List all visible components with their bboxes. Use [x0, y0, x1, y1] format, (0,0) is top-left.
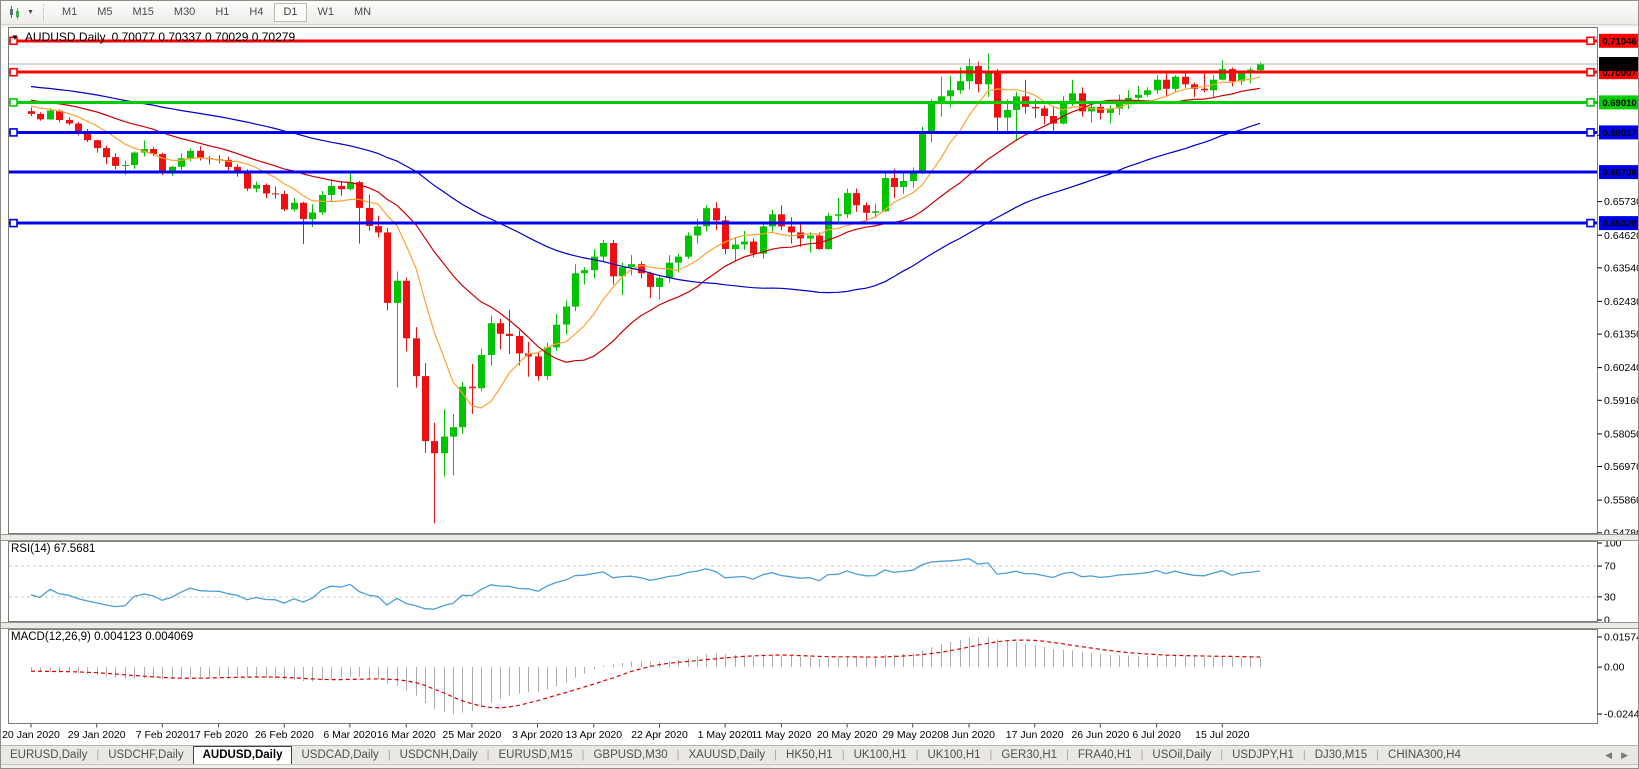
svg-text:0.54780: 0.54780: [1604, 527, 1639, 534]
chart-tools-button[interactable]: ▼: [4, 3, 38, 23]
candlestick-chart-icon: [8, 5, 23, 20]
svg-text:0.61350: 0.61350: [1604, 329, 1639, 341]
chart-tab-usoil-daily[interactable]: USOil,Daily: [1143, 746, 1220, 764]
chart-tab-eurusd-daily[interactable]: EURUSD,Daily: [1, 746, 96, 764]
symbol-dropdown-icon[interactable]: ▼: [11, 33, 19, 42]
svg-text:13 Apr 2020: 13 Apr 2020: [565, 729, 622, 741]
chart-tab-gbpusd-m30[interactable]: GBPUSD,M30: [584, 746, 676, 764]
tab-scroll-left-icon[interactable]: ◀: [1605, 750, 1612, 761]
svg-text:0.70279: 0.70279: [1602, 60, 1636, 71]
macd-canvas[interactable]: 0.015741 0.00 -0.024412: [1, 629, 1639, 724]
svg-text:0.62430: 0.62430: [1604, 296, 1639, 308]
timeframe-button-m5[interactable]: M5: [88, 3, 121, 22]
time-axis[interactable]: 20 Jan 2020 29 Jan 2020 7 Feb 202017 Feb 2…: [1, 724, 1639, 745]
svg-text:70: 70: [1604, 561, 1616, 573]
timeframe-button-mn[interactable]: MN: [345, 3, 380, 22]
macd-label: MACD(12,26,9) 0.004123 0.004069: [11, 631, 193, 643]
svg-text:25 Mar 2020: 25 Mar 2020: [442, 729, 501, 741]
timeframe-button-h1[interactable]: H1: [206, 3, 238, 22]
svg-text:0.64620: 0.64620: [1604, 230, 1639, 242]
svg-text:0.68017: 0.68017: [1602, 128, 1636, 139]
chart-tab-usdchf-daily[interactable]: USDCHF,Daily: [99, 746, 192, 764]
chart-tab-eurusd-m15[interactable]: EURUSD,M15: [489, 746, 581, 764]
svg-text:16 Mar 2020: 16 Mar 2020: [377, 729, 436, 741]
chart-ohlc-values: 0.70077 0.70337 0.70029 0.70279: [112, 30, 296, 44]
svg-text:30: 30: [1604, 592, 1616, 604]
svg-text:26 Feb 2020: 26 Feb 2020: [255, 729, 314, 741]
chart-symbol-timeframe: AUDUSD,Daily: [25, 30, 106, 44]
svg-text:6 Mar 2020: 6 Mar 2020: [323, 729, 376, 741]
svg-text:0.71046: 0.71046: [1602, 36, 1636, 47]
chevron-down-icon: ▼: [27, 9, 34, 16]
svg-text:7 Feb 2020: 7 Feb 2020: [136, 729, 189, 741]
svg-text:3 Apr 2020: 3 Apr 2020: [512, 729, 563, 741]
chart-tab-hk50-h1[interactable]: HK50,H1: [777, 746, 842, 764]
svg-text:15 Jul 2020: 15 Jul 2020: [1195, 729, 1249, 741]
svg-text:29 Jan 2020: 29 Jan 2020: [68, 729, 126, 741]
svg-text:0.015741: 0.015741: [1604, 632, 1639, 644]
chart-tab-usdcad-daily[interactable]: USDCAD,Daily: [292, 746, 387, 764]
svg-text:6 Jul 2020: 6 Jul 2020: [1132, 729, 1181, 741]
svg-text:17 Feb 2020: 17 Feb 2020: [189, 729, 248, 741]
svg-text:0.65730: 0.65730: [1604, 196, 1639, 208]
chart-tab-uk100-h1[interactable]: UK100,H1: [918, 746, 989, 764]
chart-tab-china300-h4[interactable]: CHINA300,H4: [1379, 746, 1470, 764]
svg-text:0.56970: 0.56970: [1604, 461, 1639, 473]
svg-text:0.60240: 0.60240: [1604, 362, 1639, 374]
svg-text:0.69010: 0.69010: [1602, 98, 1636, 109]
chart-tab-bar: EURUSD,Daily|USDCHF,DailyAUDUSD,DailyUSD…: [1, 745, 1639, 764]
svg-text:20 May 2020: 20 May 2020: [817, 729, 878, 741]
svg-text:0.00: 0.00: [1604, 662, 1625, 674]
timeframe-button-w1[interactable]: W1: [309, 3, 344, 22]
svg-text:0.59160: 0.59160: [1604, 395, 1639, 407]
svg-text:22 Apr 2020: 22 Apr 2020: [631, 729, 688, 741]
svg-text:11 May 2020: 11 May 2020: [751, 729, 811, 741]
chart-tab-usdjpy-h1[interactable]: USDJPY,H1: [1223, 746, 1303, 764]
svg-text:17 Jun 2020: 17 Jun 2020: [1006, 729, 1064, 741]
rsi-canvas[interactable]: 100 70 30 0: [1, 541, 1639, 622]
svg-text:100: 100: [1604, 541, 1622, 550]
toolbar-separator: [43, 4, 45, 21]
chart-tab-xauusd-daily[interactable]: XAUUSD,Daily: [679, 746, 774, 764]
chart-tab-dj30-m15[interactable]: DJ30,M15: [1306, 746, 1376, 764]
timeframe-button-m15[interactable]: M15: [124, 3, 163, 22]
svg-text:29 May 2020: 29 May 2020: [882, 729, 943, 741]
chart-tab-uk100-h1[interactable]: UK100,H1: [845, 746, 916, 764]
tab-scroll-right-icon[interactable]: ▶: [1621, 750, 1628, 761]
rsi-label: RSI(14) 67.5681: [11, 543, 95, 555]
svg-text:20 Jan 2020: 20 Jan 2020: [2, 729, 60, 741]
svg-text:-0.024412: -0.024412: [1604, 709, 1639, 721]
rsi-pane[interactable]: 100 70 30 0 RSI(14) 67.5681: [1, 541, 1639, 622]
svg-text:0.65020: 0.65020: [1602, 219, 1636, 230]
chart-title: ▼ AUDUSD,Daily 0.70077 0.70337 0.70029 0…: [11, 30, 295, 44]
macd-pane[interactable]: 0.015741 0.00 -0.024412 MACD(12,26,9) 0.00…: [1, 629, 1639, 724]
status-strip: [1, 764, 1639, 769]
timeframe-toolbar: ▼ M1M5M15M30H1H4D1W1MN: [1, 1, 1638, 25]
svg-text:0: 0: [1604, 615, 1610, 622]
chart-tab-ger30-h1[interactable]: GER30,H1: [992, 746, 1066, 764]
chart-tab-fra40-h1[interactable]: FRA40,H1: [1069, 746, 1141, 764]
mt4-window: ▼ M1M5M15M30H1H4D1W1MN 0.679200.657300.6…: [0, 0, 1639, 769]
timeframe-button-d1[interactable]: D1: [274, 3, 306, 22]
svg-text:8 Jun 2020: 8 Jun 2020: [943, 729, 995, 741]
svg-text:0.58050: 0.58050: [1604, 429, 1639, 441]
timeframe-button-m1[interactable]: M1: [53, 3, 86, 22]
svg-text:0.66706: 0.66706: [1602, 168, 1636, 179]
pane-splitter[interactable]: [1, 622, 1639, 629]
svg-text:26 Jun 2020: 26 Jun 2020: [1071, 729, 1129, 741]
main-chart-canvas[interactable]: 0.679200.657300.646200.635400.624300.613…: [1, 27, 1639, 534]
chart-tab-audusd-daily[interactable]: AUDUSD,Daily: [193, 746, 293, 764]
timeframe-button-m30[interactable]: M30: [165, 3, 204, 22]
svg-text:0.55860: 0.55860: [1604, 495, 1639, 507]
timeframe-button-h4[interactable]: H4: [240, 3, 272, 22]
pane-splitter[interactable]: [1, 534, 1639, 541]
main-chart-pane[interactable]: 0.679200.657300.646200.635400.624300.613…: [1, 27, 1639, 534]
svg-text:1 May 2020: 1 May 2020: [698, 729, 753, 741]
chart-tab-usdcnh-daily[interactable]: USDCNH,Daily: [391, 746, 487, 764]
svg-text:0.63540: 0.63540: [1604, 262, 1639, 274]
